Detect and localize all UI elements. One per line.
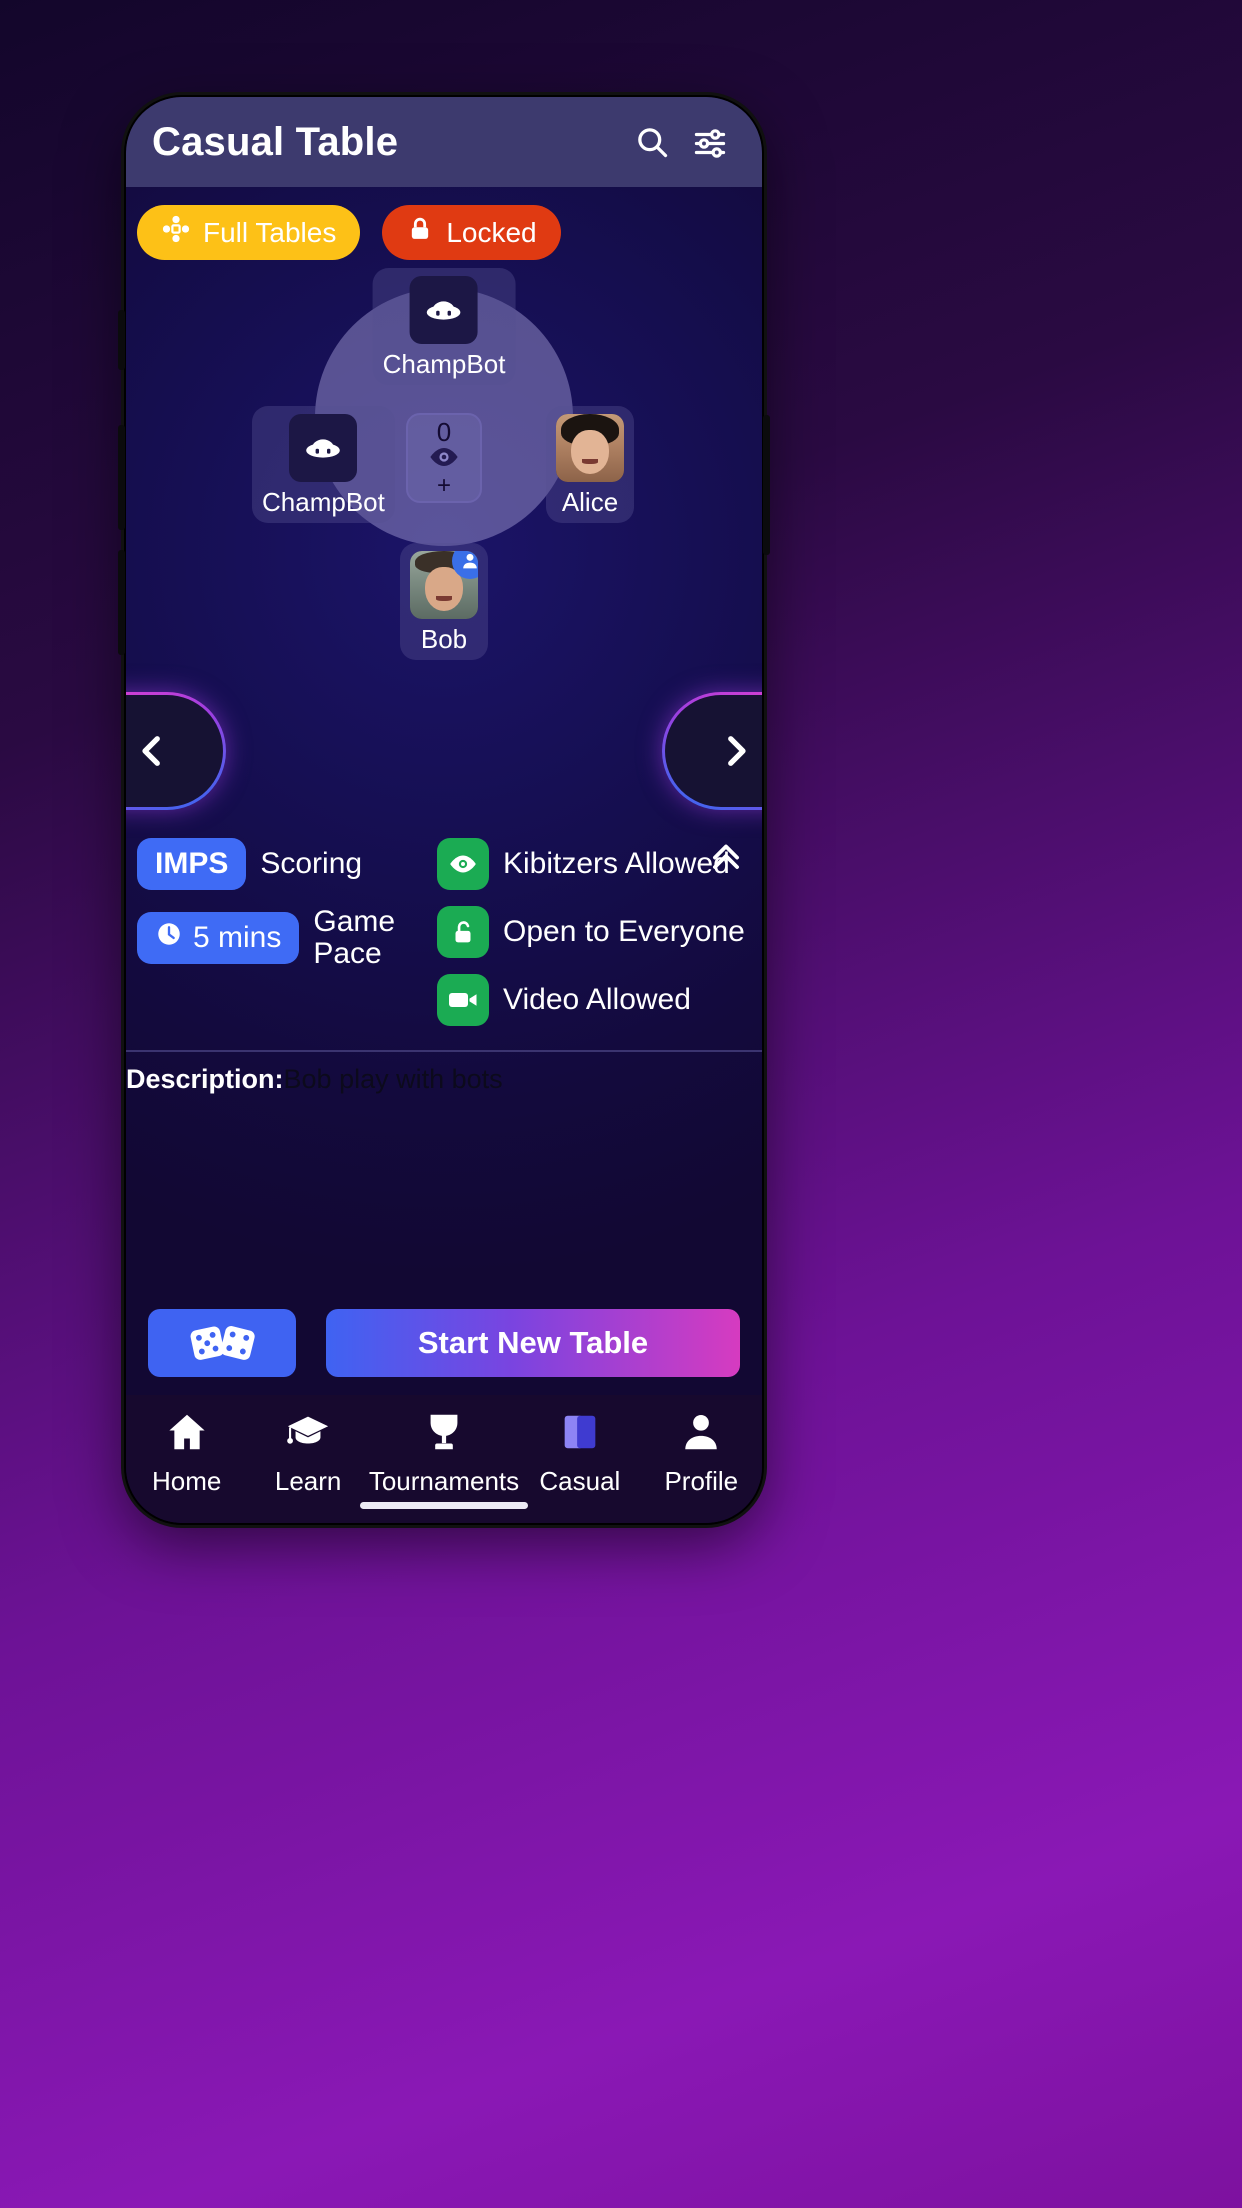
hardware-button-volume-down[interactable] bbox=[118, 550, 125, 655]
seat-north[interactable]: ChampBot bbox=[372, 268, 516, 385]
phone-screen: Casual Table Full Tables Locked ChampBot… bbox=[126, 97, 762, 1523]
chevron-up-double-icon[interactable] bbox=[704, 834, 748, 878]
setting-game-pace[interactable]: 5 mins Game Pace bbox=[137, 905, 437, 971]
table-seating-area: ChampBot ChampBot Alice Bob 0 + bbox=[126, 268, 762, 688]
settings-column-left: IMPS Scoring 5 mins Game Pace bbox=[137, 838, 437, 1042]
pace-badge-label: 5 mins bbox=[193, 921, 282, 955]
nav-label: Learn bbox=[274, 1466, 342, 1496]
nav-label: Home bbox=[152, 1466, 222, 1496]
avatar bbox=[556, 414, 624, 482]
nav-item-profile[interactable]: Profile bbox=[641, 1409, 762, 1497]
setting-label: Video Allowed bbox=[503, 982, 691, 1016]
avatar bbox=[410, 551, 478, 619]
setting-label: Scoring bbox=[260, 846, 363, 880]
eye-icon bbox=[437, 838, 489, 890]
phone-frame: Casual Table Full Tables Locked ChampBot… bbox=[118, 95, 770, 1525]
bottom-navigation: Home Learn Tournaments Casual Profile bbox=[126, 1395, 762, 1523]
seat-name: Bob bbox=[420, 624, 468, 654]
setting-label: Game Pace bbox=[313, 905, 396, 971]
nav-item-casual[interactable]: Casual bbox=[519, 1409, 640, 1497]
description-text: Bob play with bots bbox=[283, 1064, 503, 1094]
pace-badge: 5 mins bbox=[137, 912, 300, 965]
next-table-button[interactable] bbox=[662, 692, 762, 810]
ufo-bot-icon bbox=[306, 439, 341, 458]
nav-label: Casual bbox=[539, 1466, 621, 1496]
nav-item-learn[interactable]: Learn bbox=[247, 1409, 368, 1497]
app-header: Casual Table bbox=[126, 97, 762, 187]
seat-south[interactable]: Bob bbox=[400, 543, 488, 660]
pill-label: Locked bbox=[446, 216, 537, 248]
random-table-button[interactable] bbox=[148, 1309, 296, 1377]
avatar bbox=[289, 414, 358, 482]
description-label: Description: bbox=[126, 1064, 284, 1094]
pill-locked[interactable]: Locked bbox=[382, 205, 561, 260]
ufo-bot-icon bbox=[427, 301, 461, 320]
eye-icon bbox=[427, 446, 461, 473]
chevron-right-icon bbox=[715, 730, 757, 772]
home-icon bbox=[164, 1409, 210, 1460]
kibitzer-add-label[interactable]: + bbox=[437, 473, 451, 498]
previous-table-button[interactable] bbox=[126, 692, 226, 810]
start-new-table-button[interactable]: Start New Table bbox=[326, 1309, 740, 1377]
seat-east[interactable]: Alice bbox=[546, 406, 634, 523]
cards-icon bbox=[557, 1409, 603, 1460]
status-pill-row: Full Tables Locked bbox=[126, 187, 762, 260]
trophy-icon bbox=[421, 1409, 467, 1460]
sliders-icon[interactable] bbox=[688, 120, 732, 164]
clock-icon bbox=[155, 920, 183, 956]
graduation-cap-icon bbox=[285, 1409, 331, 1460]
table-settings: IMPS Scoring 5 mins Game Pace Kibitzers … bbox=[126, 822, 762, 1052]
unlock-icon bbox=[437, 906, 489, 958]
seat-name: Alice bbox=[561, 487, 619, 517]
setting-open-to-everyone[interactable]: Open to Everyone bbox=[437, 906, 762, 958]
setting-video[interactable]: Video Allowed bbox=[437, 974, 762, 1026]
hardware-button-mute[interactable] bbox=[118, 310, 125, 370]
home-indicator bbox=[360, 1502, 528, 1509]
search-icon[interactable] bbox=[630, 120, 674, 164]
chevron-left-icon bbox=[131, 730, 173, 772]
action-row: Start New Table bbox=[126, 1309, 762, 1395]
kibitzer-counter[interactable]: 0 + bbox=[406, 413, 482, 503]
seat-name: ChampBot bbox=[262, 487, 385, 517]
setting-label: Kibitzers Allowed bbox=[503, 846, 730, 880]
dice-icon bbox=[186, 1320, 258, 1367]
avatar bbox=[410, 276, 478, 344]
app-body: Full Tables Locked ChampBot ChampBot Ali… bbox=[126, 187, 762, 1395]
nav-item-tournaments[interactable]: Tournaments bbox=[369, 1409, 519, 1497]
hardware-button-volume-up[interactable] bbox=[118, 425, 125, 530]
page-title: Casual Table bbox=[152, 119, 399, 164]
seat-west[interactable]: ChampBot bbox=[252, 406, 395, 523]
person-icon bbox=[678, 1409, 724, 1460]
kibitzer-count: 0 bbox=[436, 416, 452, 447]
alice-photo bbox=[556, 414, 624, 482]
scoring-badge: IMPS bbox=[137, 838, 247, 890]
description-block: Description: Bob play with bots bbox=[126, 1052, 762, 1095]
nav-label: Tournaments bbox=[368, 1466, 520, 1496]
nav-item-home[interactable]: Home bbox=[126, 1409, 247, 1497]
hardware-button-power[interactable] bbox=[763, 415, 770, 555]
lock-icon bbox=[406, 215, 434, 250]
pill-full-tables[interactable]: Full Tables bbox=[137, 205, 361, 260]
setting-scoring[interactable]: IMPS Scoring bbox=[137, 838, 437, 890]
video-icon bbox=[437, 974, 489, 1026]
nav-label: Profile bbox=[664, 1466, 739, 1496]
table-seats-icon bbox=[161, 214, 191, 251]
setting-label: Open to Everyone bbox=[503, 914, 745, 948]
table-pager bbox=[126, 692, 762, 822]
seat-name: ChampBot bbox=[382, 349, 506, 379]
pill-label: Full Tables bbox=[203, 216, 337, 248]
